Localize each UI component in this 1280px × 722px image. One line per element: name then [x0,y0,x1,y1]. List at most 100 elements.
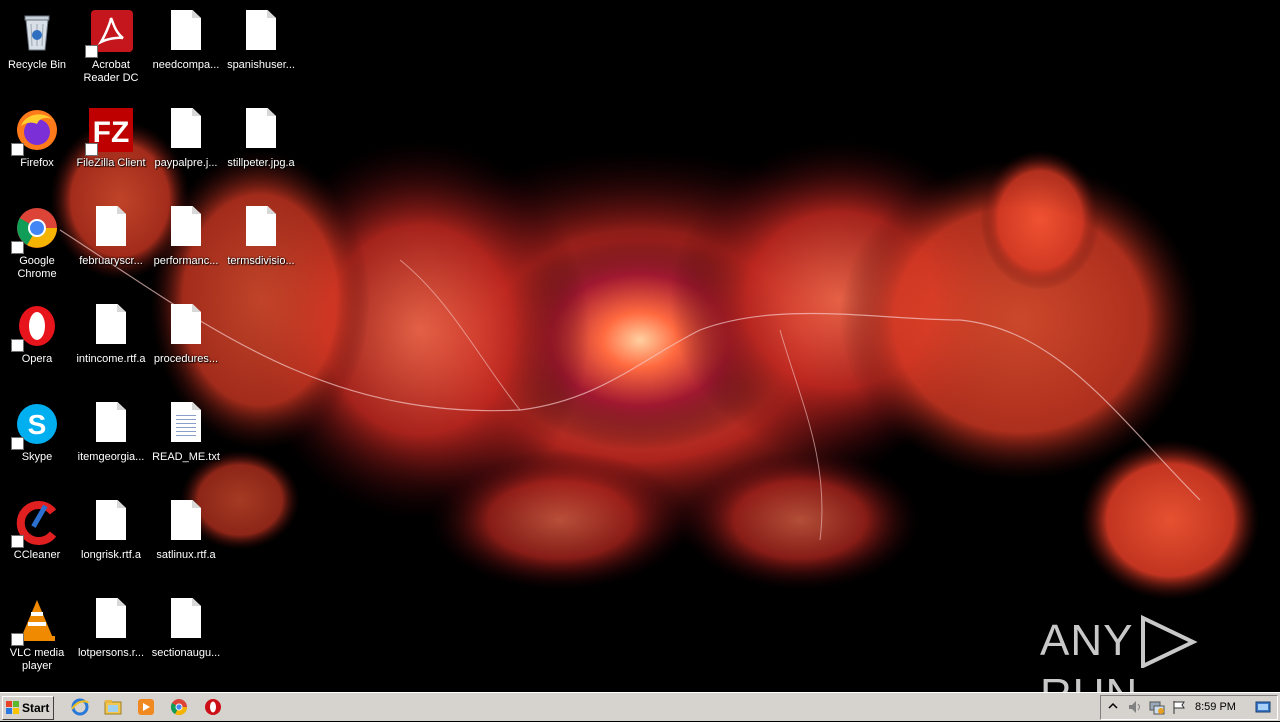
windows-logo-icon [6,701,19,714]
desktop-icon-file[interactable]: intincome.rtf.a [74,296,148,366]
file-explorer-icon[interactable] [103,697,123,717]
desktop-icon-label: intincome.rtf.a [76,353,146,365]
firefox-icon [11,106,61,156]
file-icon [162,498,210,546]
file-icon [237,106,285,154]
shortcut-arrow-icon [11,535,24,548]
desktop-icon-label: VLC media player [9,647,65,672]
desktop-icon-file[interactable]: performanc... [149,198,223,268]
desktop-icon-label: longrisk.rtf.a [81,549,141,561]
clock[interactable]: 8:59 PM [1195,696,1236,718]
shortcut-arrow-icon [85,143,98,156]
chrome-icon[interactable] [169,697,189,717]
shortcut-arrow-icon [11,633,24,646]
desktop-icon-label: spanishuser... [227,59,295,71]
desktop-icon-label: termsdivisio... [227,255,295,267]
desktop-icon-file[interactable]: satlinux.rtf.a [149,492,223,562]
opera-icon[interactable] [203,697,223,717]
file-icon [162,204,210,252]
watermark-text-right: RUN [1040,670,1138,692]
desktop-icon-skype[interactable]: S Skype [0,394,74,464]
desktop-icon-chrome[interactable]: Google Chrome [0,198,74,281]
desktop-icon-filezilla[interactable]: FZ FileZilla Client [74,100,148,170]
file-icon [87,204,135,252]
desktop-icon-label: Firefox [20,157,54,169]
desktop-icon-label: procedures... [153,353,219,365]
desktop-icon-file[interactable]: needcompa... [149,2,223,72]
file-icon [237,8,285,56]
desktop-icon-label: sectionaugu... [151,647,221,659]
desktop-icon-file[interactable]: longrisk.rtf.a [74,492,148,562]
action-center-flag-icon[interactable] [1171,699,1187,715]
desktop-icon-label: satlinux.rtf.a [156,549,216,561]
desktop-icon-ccleaner[interactable]: CCleaner [0,492,74,562]
desktop-icon-label: paypalpre.j... [154,157,218,169]
anyrun-watermark: ANY RUN [1040,614,1280,692]
desktop-icon-label: Opera [21,353,53,365]
desktop-icon-recycle-bin[interactable]: Recycle Bin [0,2,74,72]
desktop-icon-acrobat-reader[interactable]: Acrobat Reader DC [74,2,148,85]
watermark-text-left: ANY [1040,616,1134,665]
desktop-icon-file[interactable]: paypalpre.j... [149,100,223,170]
desktop[interactable]: Recycle Bin Acrobat Reader DC needcompa.… [0,0,1280,692]
file-icon [87,302,135,350]
chrome-icon [11,204,61,254]
taskbar: Start 8:59 PM [0,692,1280,721]
shortcut-arrow-icon [85,45,98,58]
desktop-icon-label: Recycle Bin [7,59,67,71]
play-logo-icon [1133,614,1207,670]
desktop-icon-file[interactable]: procedures... [149,296,223,366]
file-icon [237,204,285,252]
desktop-icon-label: itemgeorgia... [77,451,145,463]
desktop-icon-file[interactable]: itemgeorgia... [74,394,148,464]
desktop-icon-label: Acrobat Reader DC [83,59,139,84]
desktop-icon-file[interactable]: lotpersons.r... [74,590,148,660]
desktop-icon-label: READ_ME.txt [152,451,220,463]
show-hidden-icons-icon[interactable] [1105,699,1121,715]
ccleaner-icon [11,498,61,548]
shortcut-arrow-icon [11,241,24,254]
system-tray: 8:59 PM [1100,695,1278,720]
desktop-icon-label: CCleaner [13,549,61,561]
file-icon [162,596,210,644]
svg-text:FZ: FZ [93,116,130,149]
desktop-icon-file[interactable]: termsdivisio... [224,198,298,268]
shortcut-arrow-icon [11,437,24,450]
desktop-icon-vlc[interactable]: VLC media player [0,590,74,673]
start-button[interactable]: Start [2,696,54,720]
desktop-icon-label: stillpeter.jpg.a [227,157,295,169]
desktop-icon-file[interactable]: spanishuser... [224,2,298,72]
file-icon [162,106,210,154]
desktop-icon-label: Skype [21,451,53,463]
skype-icon: S [11,400,61,450]
show-desktop-icon[interactable] [1255,699,1271,715]
vlc-icon [11,596,61,646]
desktop-icon-file[interactable]: februaryscr... [74,198,148,268]
desktop-icon-label: needcompa... [152,59,220,71]
network-icon[interactable] [1149,699,1165,715]
file-icon [87,596,135,644]
desktop-icon-label: lotpersons.r... [77,647,145,659]
text-file-icon [162,400,210,448]
start-label: Start [22,701,50,715]
volume-icon[interactable] [1127,699,1143,715]
file-icon [162,8,210,56]
desktop-icon-firefox[interactable]: Firefox [0,100,74,170]
file-icon [87,400,135,448]
desktop-icon-read-me[interactable]: READ_ME.txt [149,394,223,464]
opera-icon [11,302,61,352]
shortcut-arrow-icon [11,143,24,156]
desktop-icon-label: performanc... [153,255,219,267]
svg-text:S: S [28,409,47,440]
acrobat-icon [85,8,135,58]
desktop-icon-file[interactable]: sectionaugu... [149,590,223,660]
desktop-icon-file[interactable]: stillpeter.jpg.a [224,100,298,170]
internet-explorer-icon[interactable] [70,697,90,717]
filezilla-icon: FZ [85,106,135,156]
desktop-icon-label: februaryscr... [79,255,143,267]
desktop-icon-label: Google Chrome [17,255,57,280]
desktop-icon-label: FileZilla Client [76,157,146,169]
media-player-icon[interactable] [136,697,156,717]
desktop-icon-opera[interactable]: Opera [0,296,74,366]
file-icon [162,302,210,350]
